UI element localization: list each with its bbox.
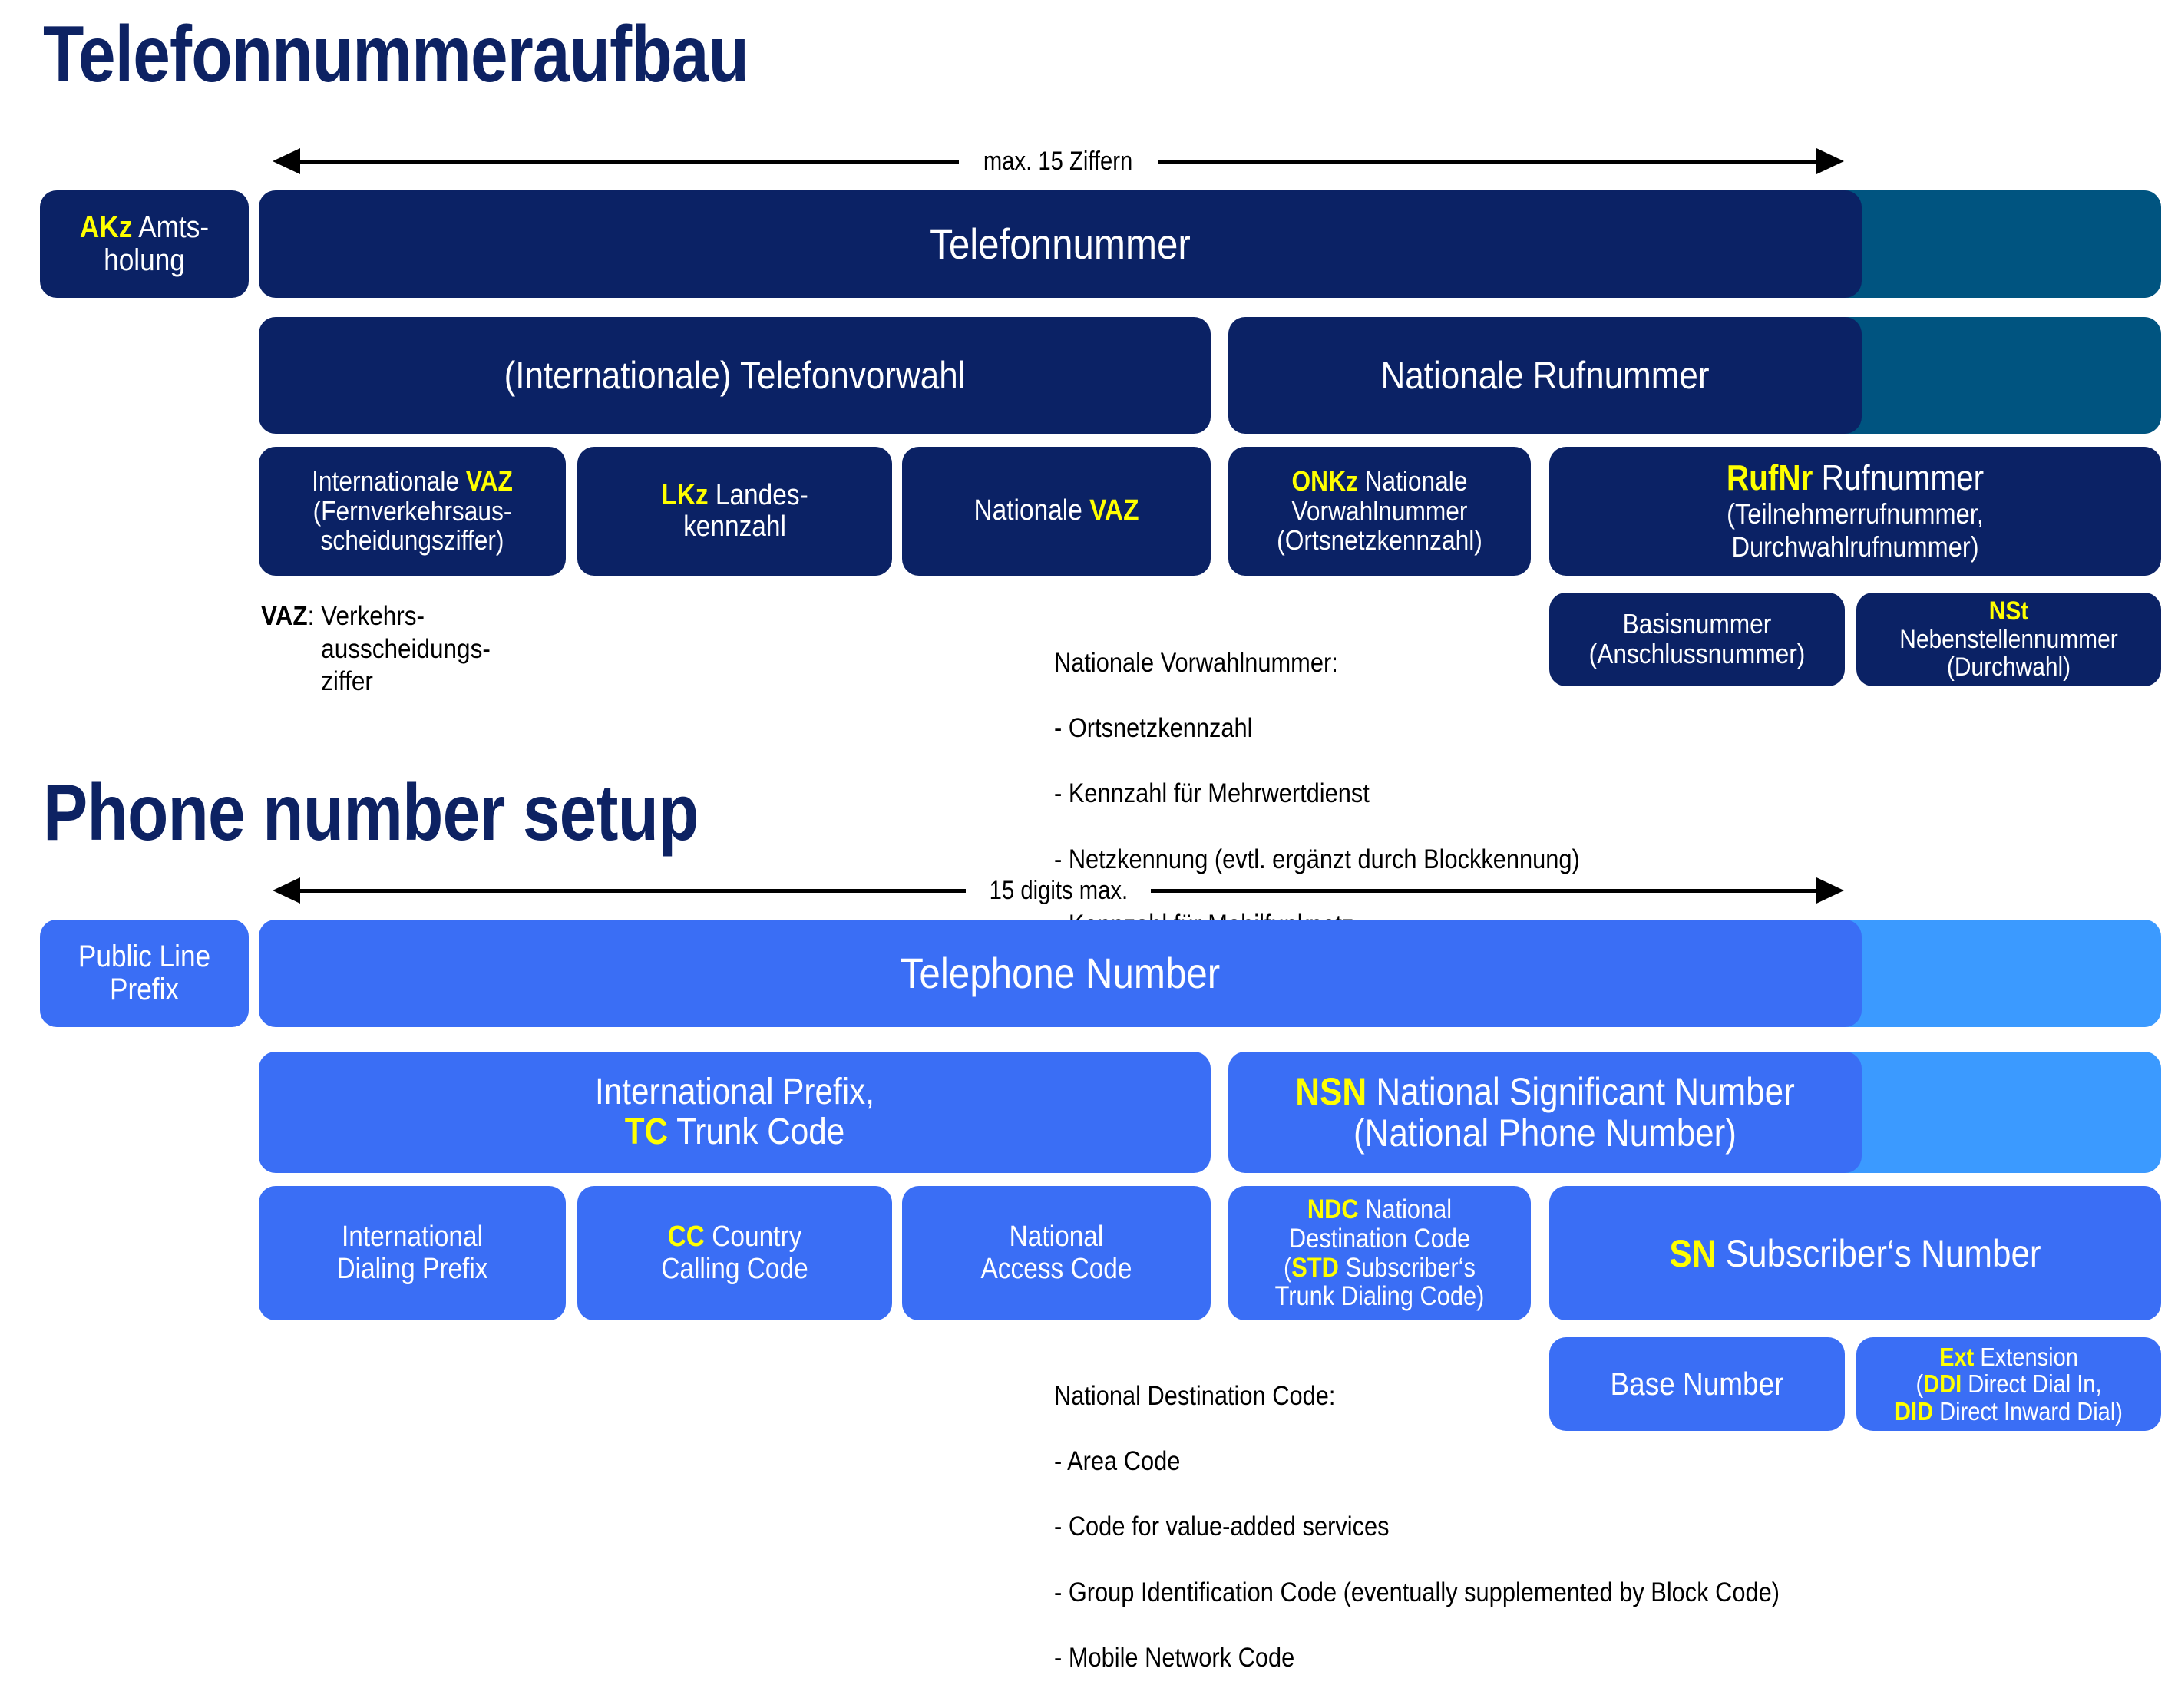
- english-level3-2-label: National Access Code: [980, 1221, 1132, 1285]
- arrow-left-icon: [273, 877, 300, 904]
- english-level4-1-l2rest: Direct Dial In,: [1962, 1369, 2102, 1399]
- german-level3-0-code: VAZ: [465, 464, 513, 497]
- german-level3-1-code: LKz: [661, 478, 709, 511]
- english-level3-3-rest: National: [1358, 1194, 1453, 1224]
- german-note-vaz: VAZ: Verkehrs- ausscheidungs- ziffer: [261, 600, 558, 699]
- german-level3-4-rest: Rufnummer: [1813, 457, 1985, 497]
- measure-line-right: [1151, 888, 1817, 893]
- german-level3-2-line1: Nationale: [973, 494, 1090, 527]
- english-note-list-item-3: - Mobile Network Code: [1054, 1643, 1295, 1673]
- english-note-list-item-1: - Code for value-added services: [1054, 1511, 1390, 1542]
- german-level3-box-national-vaz[interactable]: Nationale VAZ: [902, 447, 1211, 576]
- german-level3-4-code: RufNr: [1726, 457, 1813, 497]
- german-level3-box-intl-vaz[interactable]: Internationale VAZ (Fernverkehrsaus- sch…: [259, 447, 566, 576]
- german-level2-label-0: (Internationale) Telefonvorwahl: [504, 354, 966, 397]
- german-level4-1-rest: Nebenstellennummer (Durchwahl): [1899, 624, 2118, 682]
- english-level3-0-label: International Dialing Prefix: [336, 1221, 488, 1285]
- german-level3-0-line1: Internationale: [312, 464, 466, 497]
- english-level4-1-code2: DDI: [1923, 1369, 1962, 1399]
- german-prefix-box[interactable]: AKz Amts- holung: [40, 190, 249, 298]
- english-level1-box[interactable]: Telephone Number: [259, 920, 1862, 1027]
- german-note-list-item-0: - Ortsnetzkennzahl: [1054, 713, 1253, 744]
- english-level3-1-code: CC: [667, 1221, 705, 1254]
- english-level4-1-code3: DID: [1895, 1396, 1934, 1426]
- arrow-right-icon: [1816, 148, 1845, 174]
- german-level3-box-onkz[interactable]: ONKz Nationale Vorwahlnummer (Ortsnetzke…: [1228, 447, 1531, 576]
- english-level2-1-code: NSN: [1295, 1070, 1367, 1113]
- german-section-title: Telefonnummeraufbau: [43, 10, 749, 99]
- english-prefix-label: Public Line Prefix: [78, 939, 211, 1006]
- german-level3-4-sub: (Teilnehmerrufnummer, Durchwahlrufnummer…: [1727, 497, 1984, 563]
- german-measure-arrow: max. 15 Ziffern: [273, 144, 1845, 178]
- english-level3-3-l3rest: Subscriber‘s: [1338, 1252, 1476, 1283]
- english-level3-box-national-access-code[interactable]: National Access Code: [902, 1186, 1211, 1320]
- english-level1-label: Telephone Number: [900, 948, 1221, 997]
- german-level2-box-international-prefix[interactable]: (Internationale) Telefonvorwahl: [259, 317, 1211, 434]
- german-level1-box[interactable]: Telefonnummer: [259, 190, 1862, 298]
- measure-line-left: [300, 159, 960, 164]
- german-note-list-item-1: - Kennzahl für Mehrwertdienst: [1054, 778, 1370, 809]
- english-level4-box-ext[interactable]: Ext Extension (DDI Direct Dial In, DID D…: [1856, 1337, 2161, 1431]
- english-level2-box-international-prefix[interactable]: International Prefix, TC Trunk Code: [259, 1052, 1211, 1173]
- german-note-vaz-text: Verkehrs- ausscheidungs- ziffer: [321, 601, 491, 697]
- german-level3-box-rufnr[interactable]: RufNr Rufnummer (Teilnehmerrufnummer, Du…: [1549, 447, 2161, 576]
- german-level3-0-line2: (Fernverkehrsaus- scheidungsziffer): [312, 494, 512, 557]
- english-level3-4-rest: Subscriber‘s Number: [1716, 1231, 2041, 1275]
- english-measure-label: 15 digits max.: [989, 875, 1128, 905]
- english-prefix-box[interactable]: Public Line Prefix: [40, 920, 249, 1027]
- english-level3-box-cc[interactable]: CC Country Calling Code: [577, 1186, 892, 1320]
- english-level2-box-nsn[interactable]: NSN National Significant Number (Nationa…: [1228, 1052, 1862, 1173]
- german-note-list-item-2: - Netzkennung (evtl. ergänzt durch Block…: [1054, 844, 1580, 874]
- german-level3-3-code: ONKz: [1291, 464, 1358, 497]
- english-note-list: National Destination Code: - Area Code -…: [1054, 1347, 1865, 1708]
- arrow-left-icon: [273, 148, 300, 174]
- measure-line-right: [1157, 159, 1817, 164]
- english-level3-3-code2: STD: [1291, 1252, 1339, 1283]
- english-level3-box-international-dialing-prefix[interactable]: International Dialing Prefix: [259, 1186, 566, 1320]
- english-level2-1-rest: National Significant Number: [1367, 1070, 1795, 1113]
- german-level3-box-lkz[interactable]: LKz Landes- kennzahl: [577, 447, 892, 576]
- german-prefix-code: AKz: [79, 210, 133, 244]
- english-level2-0-rest: Trunk Code: [668, 1112, 845, 1152]
- german-level1-label: Telefonnummer: [930, 219, 1191, 268]
- english-level3-3-l3open: (: [1284, 1252, 1292, 1283]
- german-level2-label-1: Nationale Rufnummer: [1380, 354, 1710, 397]
- german-note-vaz-key: VAZ: [261, 601, 308, 631]
- english-note-list-item-0: - Area Code: [1054, 1446, 1181, 1477]
- english-level3-3-code: NDC: [1307, 1194, 1359, 1224]
- english-level4-1-l3rest: Direct Inward Dial): [1933, 1396, 2123, 1426]
- german-measure-label: max. 15 Ziffern: [983, 146, 1133, 176]
- english-level2-1-sub: (National Phone Number): [1353, 1112, 1737, 1155]
- german-level3-2-code: VAZ: [1089, 494, 1139, 527]
- english-level3-box-sn[interactable]: SN Subscriber‘s Number: [1549, 1186, 2161, 1320]
- english-level2-0-line1: International Prefix,: [595, 1072, 874, 1113]
- german-level4-1-code: NSt: [1988, 596, 2029, 626]
- arrow-right-icon: [1816, 877, 1845, 904]
- english-note-list-heading: National Destination Code:: [1054, 1380, 1336, 1411]
- english-level4-1-l2open: (: [1915, 1369, 1924, 1399]
- english-section-title: Phone number setup: [43, 768, 699, 857]
- english-level4-1-code: Ext: [1939, 1342, 1975, 1371]
- german-note-vaz-sep: :: [307, 601, 322, 631]
- measure-line-left: [300, 888, 966, 893]
- english-level3-box-ndc[interactable]: NDC National Destination Code (STD Subsc…: [1228, 1186, 1531, 1320]
- english-level2-0-code: TC: [624, 1112, 669, 1152]
- german-level4-box-nst[interactable]: NSt Nebenstellennummer (Durchwahl): [1856, 593, 2161, 686]
- english-level3-4-code: SN: [1669, 1231, 1717, 1275]
- english-measure-arrow: 15 digits max.: [273, 874, 1845, 907]
- english-level4-1-rest: Extension: [1974, 1342, 2078, 1371]
- english-level3-3-l4: Trunk Dialing Code): [1274, 1281, 1485, 1312]
- german-note-list-heading: Nationale Vorwahlnummer:: [1054, 647, 1338, 678]
- german-level2-box-national-number[interactable]: Nationale Rufnummer: [1228, 317, 1862, 434]
- english-level3-3-l2: Destination Code: [1288, 1223, 1471, 1254]
- english-note-list-item-2: - Group Identification Code (eventually …: [1054, 1577, 1780, 1607]
